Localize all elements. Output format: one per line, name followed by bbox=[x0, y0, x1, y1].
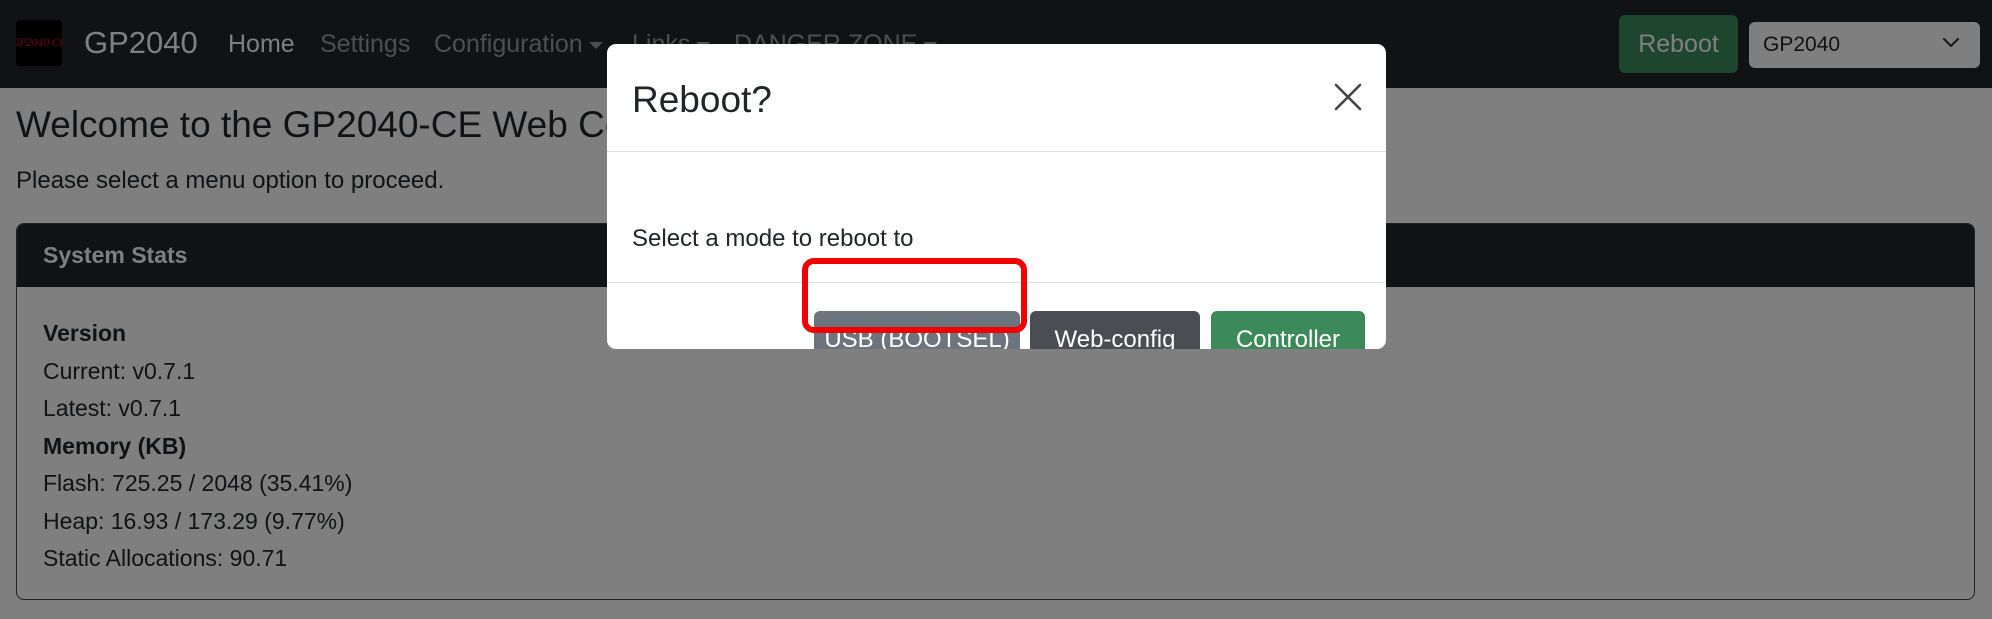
web-config-button[interactable]: Web-config bbox=[1030, 311, 1200, 349]
modal-body: Select a mode to reboot to bbox=[607, 152, 1386, 283]
modal-body-text: Select a mode to reboot to bbox=[632, 225, 914, 252]
modal-header: Reboot? bbox=[607, 44, 1386, 152]
controller-button[interactable]: Controller bbox=[1211, 311, 1365, 349]
close-icon bbox=[1334, 83, 1362, 111]
modal-title: Reboot? bbox=[632, 79, 772, 120]
close-button[interactable] bbox=[1333, 82, 1363, 112]
usb-bootsel-button[interactable]: USB (BOOTSEL) bbox=[814, 311, 1020, 349]
reboot-modal: Reboot? Select a mode to reboot to USB (… bbox=[607, 44, 1386, 349]
modal-footer: USB (BOOTSEL) Web-config Controller bbox=[607, 283, 1386, 349]
